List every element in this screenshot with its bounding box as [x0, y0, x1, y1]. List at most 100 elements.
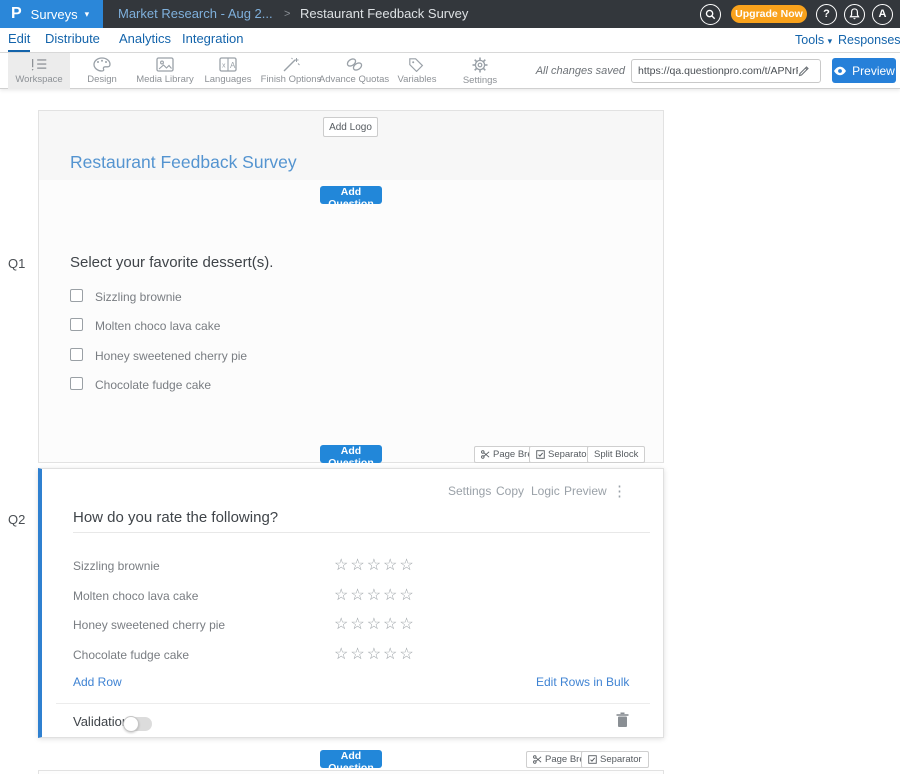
add-row-link[interactable]: Add Row: [73, 675, 122, 689]
tab-integration[interactable]: Integration: [182, 28, 243, 52]
q2-question-text[interactable]: How do you rate the following?: [73, 509, 278, 526]
q1-option-checkbox-4[interactable]: [70, 377, 83, 390]
links-icon: [345, 57, 364, 72]
toolbar-item-settings[interactable]: Settings: [449, 53, 511, 89]
toolbar-item-label: Variables: [398, 74, 437, 85]
upgrade-now-button[interactable]: Upgrade Now: [731, 5, 807, 23]
q2-settings-link[interactable]: Settings: [448, 484, 491, 499]
q1-option-checkbox-2[interactable]: [70, 318, 83, 331]
validation-toggle[interactable]: [124, 717, 152, 731]
add-question-button-bottom[interactable]: Add Question: [320, 750, 382, 768]
survey-url-input[interactable]: [638, 65, 798, 77]
edit-rows-in-bulk-link[interactable]: Edit Rows in Bulk: [536, 675, 629, 689]
q2-row-label-4[interactable]: Chocolate fudge cake: [73, 648, 189, 662]
star-rating-row-2[interactable]: ☆☆☆☆☆: [334, 585, 416, 605]
q1-question-text[interactable]: Select your favorite dessert(s).: [70, 254, 273, 271]
star-rating-row-3[interactable]: ☆☆☆☆☆: [334, 614, 416, 634]
question-id-q2: Q2: [8, 512, 25, 527]
toolbar-item-label: Media Library: [136, 74, 194, 85]
survey-title[interactable]: Restaurant Feedback Survey: [70, 152, 297, 173]
toolbar-item-label: Advance Quotas: [319, 74, 389, 85]
tab-analytics[interactable]: Analytics: [119, 28, 171, 52]
split-block-button[interactable]: Split Block: [587, 446, 645, 463]
separator-label: Separator: [600, 754, 642, 765]
eye-icon: [833, 66, 847, 76]
edit-pencil-icon[interactable]: [798, 65, 810, 77]
autosave-status: All changes saved: [505, 53, 625, 89]
tab-edit[interactable]: Edit: [8, 28, 30, 52]
chevron-down-icon: ▾: [828, 36, 833, 46]
bell-icon: [849, 8, 860, 20]
preview-button[interactable]: Preview: [832, 58, 896, 83]
search-button[interactable]: [700, 4, 721, 25]
questionpro-survey-editor: P Surveys ▾ Market Research - Aug 2... >…: [0, 0, 900, 774]
toolbar-item-finish-options[interactable]: Finish Options: [260, 53, 322, 89]
toolbar-item-label: Finish Options: [261, 74, 322, 85]
toolbar-item-languages[interactable]: x A Languages: [197, 53, 259, 89]
toolbar-item-label: Workspace: [15, 74, 62, 85]
toolbar-item-design[interactable]: Design: [71, 53, 133, 89]
trash-icon[interactable]: [616, 712, 629, 728]
scissors-icon: [533, 755, 542, 764]
separator-label: Separator: [548, 449, 590, 460]
q2-row-label-3[interactable]: Honey sweetened cherry pie: [73, 618, 225, 632]
q1-option-label-3[interactable]: Honey sweetened cherry pie: [95, 349, 247, 363]
q2-logic-link[interactable]: Logic: [531, 484, 560, 499]
q2-row-label-1[interactable]: Sizzling brownie: [73, 559, 160, 573]
top-bar: P Surveys ▾ Market Research - Aug 2... >…: [0, 0, 900, 28]
q1-option-label-2[interactable]: Molten choco lava cake: [95, 319, 220, 333]
next-block-edge: [38, 770, 664, 774]
avatar-letter: A: [879, 8, 887, 20]
add-question-button-top[interactable]: Add Question: [320, 186, 382, 204]
q2-row-label-2[interactable]: Molten choco lava cake: [73, 589, 198, 603]
split-block-label: Split Block: [594, 449, 638, 460]
validation-label: Validation: [73, 714, 129, 729]
survey-url-box: [631, 59, 821, 83]
q2-copy-link[interactable]: Copy: [496, 484, 524, 499]
tools-menu[interactable]: Tools ▾: [795, 28, 832, 52]
q2-question-divider: [73, 532, 650, 533]
toolbar-item-advance-quotas[interactable]: Advance Quotas: [323, 53, 385, 89]
image-icon: [156, 57, 174, 72]
tag-icon: [408, 57, 426, 72]
breadcrumb-current: Restaurant Feedback Survey: [300, 0, 468, 28]
workspace-icon: [29, 57, 49, 72]
kebab-menu-icon[interactable]: ⋮: [612, 482, 627, 500]
q2-preview-link[interactable]: Preview: [564, 484, 607, 499]
questionpro-logo-icon: P: [11, 5, 22, 23]
search-icon: [705, 9, 716, 20]
toolbar-item-workspace[interactable]: Workspace: [8, 53, 70, 89]
toolbar-item-variables[interactable]: Variables: [386, 53, 448, 89]
q1-option-label-4[interactable]: Chocolate fudge cake: [95, 378, 211, 392]
preview-button-label: Preview: [852, 64, 895, 78]
help-button[interactable]: ?: [816, 4, 837, 25]
gear-icon: [472, 57, 488, 73]
toolbar-item-media-library[interactable]: Media Library: [134, 53, 196, 89]
svg-text:A: A: [230, 61, 236, 70]
add-question-button-mid[interactable]: Add Question: [320, 445, 382, 463]
responses-count[interactable]: Responses: 0: [838, 28, 900, 52]
checkbox-check-icon: [536, 450, 545, 459]
account-avatar[interactable]: A: [872, 4, 893, 25]
tab-distribute[interactable]: Distribute: [45, 28, 100, 52]
surveys-menu-label: Surveys: [31, 7, 78, 22]
surveys-menu[interactable]: P Surveys ▾: [0, 0, 103, 28]
checkbox-check-icon: [588, 755, 597, 764]
q1-option-checkbox-3[interactable]: [70, 348, 83, 361]
toggle-knob: [123, 716, 139, 732]
wand-icon: [282, 57, 300, 72]
breadcrumb-parent[interactable]: Market Research - Aug 2...: [118, 0, 273, 28]
toolbar-item-label: Settings: [463, 75, 497, 86]
question-id-q1: Q1: [8, 256, 25, 271]
q1-option-label-1[interactable]: Sizzling brownie: [95, 290, 182, 304]
star-rating-row-1[interactable]: ☆☆☆☆☆: [334, 555, 416, 575]
q1-option-checkbox-1[interactable]: [70, 289, 83, 302]
question-mark-icon: ?: [823, 8, 830, 20]
separator-button-bottom[interactable]: Separator: [581, 751, 649, 768]
add-logo-button[interactable]: Add Logo: [323, 117, 378, 137]
breadcrumb-chevron-icon: >: [284, 0, 290, 28]
star-rating-row-4[interactable]: ☆☆☆☆☆: [334, 644, 416, 664]
notifications-button[interactable]: [844, 4, 865, 25]
palette-icon: [93, 57, 111, 72]
translate-icon: x A: [219, 57, 237, 72]
